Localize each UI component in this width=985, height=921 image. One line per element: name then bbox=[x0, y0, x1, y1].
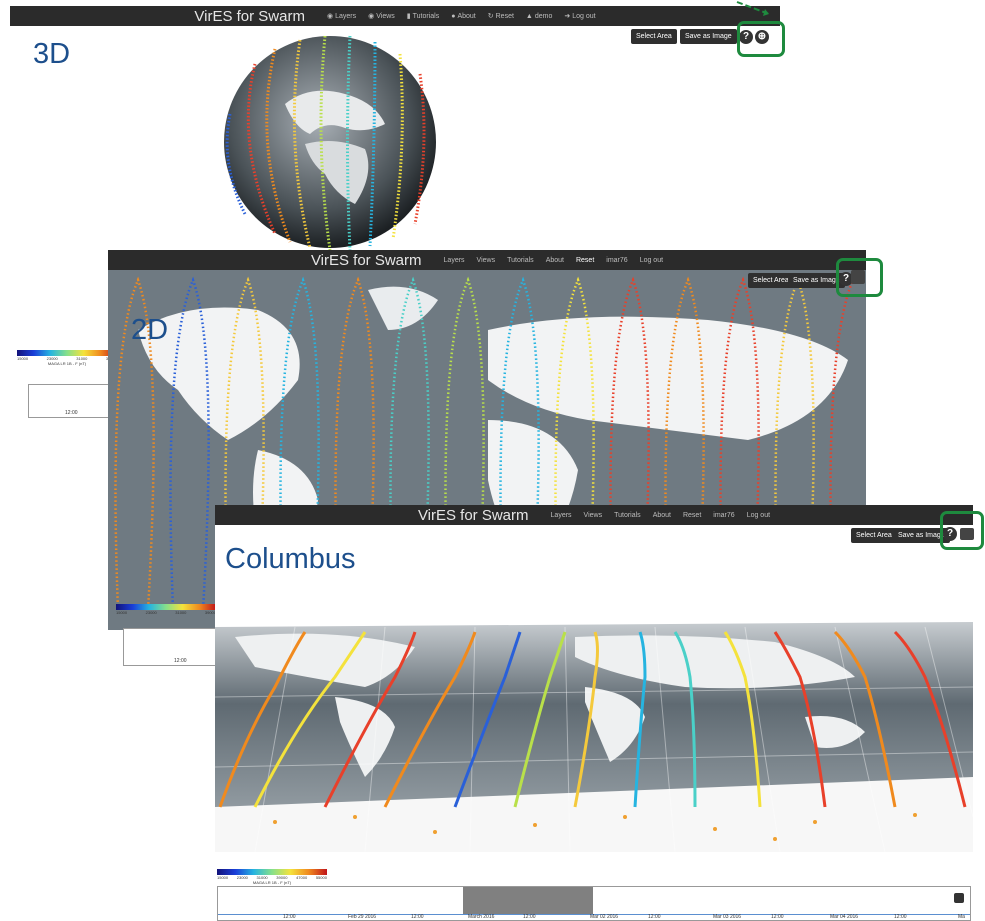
view-switch-highlight-3d bbox=[737, 21, 785, 57]
nav-tutorials[interactable]: Tutorials bbox=[507, 257, 534, 264]
eye-icon: ◉ bbox=[368, 13, 375, 20]
book-icon: ▮ bbox=[406, 13, 411, 20]
brand-title[interactable]: VirES for Swarm bbox=[418, 507, 529, 524]
select-area-button[interactable]: Select Area bbox=[631, 29, 677, 44]
columbus-map[interactable] bbox=[215, 617, 973, 852]
timeline-columbus[interactable]: 12:00 Feb 29 2016 12:00 March 2016 12:00… bbox=[217, 886, 971, 921]
nav-about[interactable]: About bbox=[546, 257, 564, 264]
timeline-tick: 12:00 bbox=[894, 914, 907, 920]
nav-user[interactable]: imar76 bbox=[713, 512, 734, 519]
view-switch-highlight-columbus bbox=[940, 511, 984, 550]
timeline-tick: Mar 03 2016 bbox=[713, 914, 742, 920]
nav-logout[interactable]: ➜ Log out bbox=[564, 12, 595, 20]
timeline-tick: 12:00 bbox=[523, 914, 536, 920]
user-icon: ▲ bbox=[525, 12, 533, 20]
nav-layers[interactable]: Layers bbox=[444, 257, 465, 264]
brand-title[interactable]: VirES for Swarm bbox=[194, 8, 305, 25]
timeline-tick: 12:00 bbox=[411, 914, 424, 920]
label-3d: 3D bbox=[33, 38, 71, 70]
logout-icon: ➜ bbox=[564, 13, 571, 20]
nav-views[interactable]: Views bbox=[584, 512, 603, 519]
save-image-button[interactable]: Save as Image bbox=[680, 29, 737, 44]
label-columbus: Columbus bbox=[225, 543, 356, 575]
view-switch-highlight-2d bbox=[836, 258, 883, 297]
timeline-tick: Mar 04 2016 bbox=[830, 914, 859, 920]
colorbar-3d-fragment: 15000230003100039000 MAGA LR 1B - F (nT) bbox=[17, 350, 117, 366]
timeline-tick: 12:00 bbox=[283, 914, 296, 920]
pointer-arrow bbox=[736, 1, 770, 16]
nav-reset[interactable]: ↻ Reset bbox=[488, 12, 514, 20]
nav-layers[interactable]: ◉ Layers bbox=[327, 12, 356, 20]
columbus-panel: VirES for Swarm Layers Views Tutorials A… bbox=[215, 505, 985, 921]
label-2d: 2D bbox=[131, 314, 169, 346]
refresh-icon: ↻ bbox=[487, 13, 494, 20]
nav-layers[interactable]: Layers bbox=[551, 512, 572, 519]
navbar-3d: VirES for Swarm ◉ Layers ◉ Views ▮ Tutorial… bbox=[10, 6, 780, 26]
timeline-selection[interactable] bbox=[463, 887, 593, 914]
nav-reset[interactable]: Reset bbox=[576, 257, 594, 264]
nav-logout[interactable]: Log out bbox=[640, 257, 663, 264]
colorbar-columbus: 15000 23000 31000 39000 47000 55000 MAGA LR … bbox=[217, 869, 327, 885]
globe-3d bbox=[224, 35, 436, 251]
nav-about[interactable]: About bbox=[653, 512, 671, 519]
timeline-tick: March 2016 bbox=[468, 914, 495, 920]
layers-icon: ◉ bbox=[326, 13, 334, 20]
nav-logout[interactable]: Log out bbox=[747, 512, 770, 519]
timeline-2d-fragment[interactable]: 12:00 bbox=[123, 628, 225, 666]
navbar-columbus: VirES for Swarm Layers Views Tutorials A… bbox=[215, 505, 973, 525]
calendar-icon[interactable] bbox=[954, 893, 964, 903]
timeline-tick: Mar 02 2016 bbox=[590, 914, 619, 920]
colorbar-2d: 15000 23000 31000 39000 bbox=[116, 604, 216, 615]
timeline-tick: Feb 29 2016 bbox=[348, 914, 377, 920]
nav-reset[interactable]: Reset bbox=[683, 512, 701, 519]
select-area-button[interactable]: Select Area bbox=[851, 528, 897, 543]
nav-tutorials[interactable]: Tutorials bbox=[614, 512, 641, 519]
timeline-tick: 12:00 bbox=[771, 914, 784, 920]
timeline-tick: 12:00 bbox=[648, 914, 661, 920]
brand-title[interactable]: VirES for Swarm bbox=[311, 252, 422, 269]
select-area-button[interactable]: Select Area bbox=[748, 273, 794, 288]
nav-user[interactable]: imar76 bbox=[606, 257, 627, 264]
info-icon: ● bbox=[451, 12, 456, 20]
timeline-tick: Ma bbox=[958, 914, 965, 920]
nav-tutorials[interactable]: ▮ Tutorials bbox=[407, 12, 439, 20]
navbar-2d: VirES for Swarm Layers Views Tutorials A… bbox=[108, 250, 866, 270]
nav-about[interactable]: ● About bbox=[451, 13, 476, 20]
nav-views[interactable]: Views bbox=[477, 257, 496, 264]
nav-views[interactable]: ◉ Views bbox=[368, 12, 395, 20]
nav-user[interactable]: ▲ demo bbox=[526, 13, 552, 20]
